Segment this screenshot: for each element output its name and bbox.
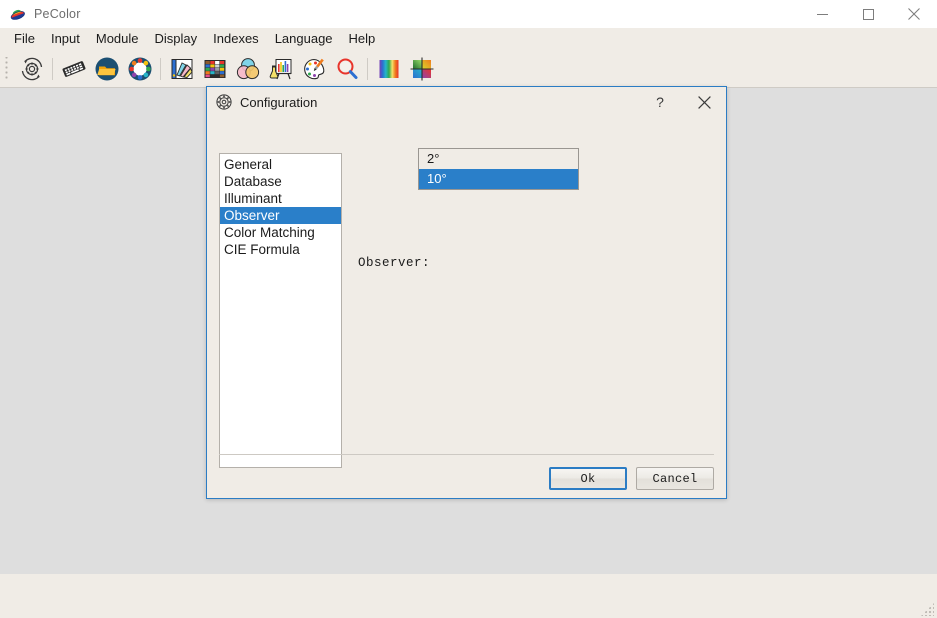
- toolbar-button-open[interactable]: [90, 53, 123, 84]
- resize-grip[interactable]: [921, 603, 934, 616]
- toolbar-button-color-fan[interactable]: [165, 53, 198, 84]
- dialog-body: General Database Illuminant Observer Col…: [207, 117, 726, 498]
- ok-button[interactable]: Ok: [549, 467, 627, 490]
- dialog-title-bar: Configuration ?: [207, 87, 726, 117]
- toolbar-button-color-wheel[interactable]: [123, 53, 156, 84]
- category-item-illuminant[interactable]: Illuminant: [220, 190, 341, 207]
- window-title: PeColor: [34, 7, 81, 21]
- venn-colors-icon: [236, 57, 259, 79]
- toolbar-button-laboratory[interactable]: [264, 53, 297, 84]
- category-listbox[interactable]: General Database Illuminant Observer Col…: [219, 153, 342, 468]
- spectrum-bars-icon: [379, 59, 398, 78]
- close-button[interactable]: [891, 0, 937, 28]
- configuration-dialog: Configuration ? General Database Illumin…: [206, 86, 727, 499]
- observer-dropdown-list[interactable]: 2° 10°: [418, 148, 579, 190]
- toolbar-button-zoom[interactable]: [330, 53, 363, 84]
- toolbar-button-color-mixing[interactable]: [231, 53, 264, 84]
- observer-option-2deg[interactable]: 2°: [419, 149, 578, 169]
- toolbar-button-color-chart[interactable]: [198, 53, 231, 84]
- menu-item-input[interactable]: Input: [43, 29, 88, 50]
- magnifier-icon: [337, 58, 357, 79]
- color-chart-icon: [204, 59, 225, 78]
- toolbar: [0, 50, 937, 88]
- dialog-title: Configuration: [240, 94, 318, 110]
- toolbar-separator-3: [367, 57, 368, 80]
- dialog-help-button[interactable]: ?: [638, 87, 682, 117]
- dialog-button-row: Ok Cancel: [549, 467, 714, 490]
- dialog-separator: [219, 454, 714, 455]
- menu-item-help[interactable]: Help: [341, 29, 384, 50]
- color-grid-icon: [410, 57, 433, 80]
- pecolor-app-icon: [10, 9, 25, 20]
- settings-refresh-icon: [21, 57, 42, 80]
- maximize-button[interactable]: [845, 0, 891, 28]
- close-icon: [697, 95, 711, 109]
- color-wheel-icon: [128, 57, 151, 80]
- category-item-observer[interactable]: Observer: [220, 207, 341, 224]
- gear-dialog-icon: [216, 94, 232, 110]
- category-item-database[interactable]: Database: [220, 173, 341, 190]
- minimize-icon: [816, 13, 828, 15]
- menu-item-display[interactable]: Display: [147, 29, 206, 50]
- toolbar-button-spectrum[interactable]: [372, 53, 405, 84]
- palette-brush-icon: [303, 58, 324, 79]
- menu-item-language[interactable]: Language: [267, 29, 341, 50]
- category-item-cie-formula[interactable]: CIE Formula: [220, 241, 341, 258]
- keyboard-icon: [62, 60, 85, 77]
- toolbar-drag-grip[interactable]: [5, 56, 12, 81]
- dialog-close-button[interactable]: [682, 87, 726, 117]
- minimize-button[interactable]: [799, 0, 845, 28]
- menu-item-module[interactable]: Module: [88, 29, 147, 50]
- open-folder-icon: [95, 57, 118, 80]
- maximize-icon: [862, 8, 874, 20]
- observer-label: Observer:: [358, 256, 431, 270]
- status-bar: [0, 574, 937, 618]
- category-item-color-matching[interactable]: Color Matching: [220, 224, 341, 241]
- close-icon: [908, 8, 920, 20]
- color-fan-icon: [171, 58, 193, 79]
- lab-easel-icon: [269, 58, 291, 79]
- category-item-general[interactable]: General: [220, 156, 341, 173]
- menu-bar: File Input Module Display Indexes Langua…: [0, 28, 937, 50]
- menu-item-file[interactable]: File: [6, 29, 43, 50]
- window-title-bar: PeColor: [0, 0, 937, 28]
- toolbar-separator-1: [52, 57, 53, 80]
- toolbar-separator-2: [160, 57, 161, 80]
- cancel-button[interactable]: Cancel: [636, 467, 714, 490]
- toolbar-button-palette[interactable]: [297, 53, 330, 84]
- toolbar-button-settings[interactable]: [15, 53, 48, 84]
- observer-option-10deg[interactable]: 10°: [419, 169, 578, 189]
- toolbar-button-color-grid[interactable]: [405, 53, 438, 84]
- menu-item-indexes[interactable]: Indexes: [205, 29, 267, 50]
- toolbar-button-keyboard[interactable]: [57, 53, 90, 84]
